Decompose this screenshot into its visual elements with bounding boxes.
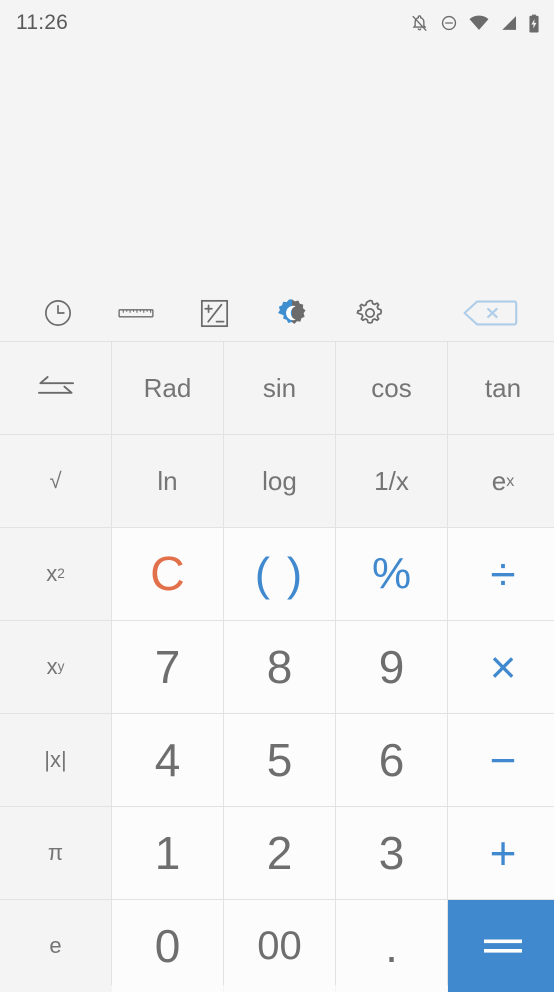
clock-icon [42, 297, 74, 329]
key-x-power-y[interactable]: xy [0, 621, 111, 713]
key-0[interactable]: 0 [112, 900, 223, 992]
key-x-squared-exponent: 2 [57, 566, 65, 582]
key-x-squared-base: x [46, 561, 58, 586]
history-button[interactable] [36, 291, 80, 335]
sun-moon-theme-icon [276, 297, 308, 329]
key-decimal[interactable]: . [336, 900, 447, 992]
key-rad[interactable]: Rad [112, 342, 223, 434]
wifi-icon [469, 15, 489, 31]
key-7[interactable]: 7 [112, 621, 223, 713]
key-3[interactable]: 3 [336, 807, 447, 899]
key-x-power-y-base: x [46, 654, 58, 679]
status-clock: 11:26 [16, 11, 68, 34]
ruler-icon [118, 298, 154, 328]
key-8[interactable]: 8 [224, 621, 335, 713]
key-5[interactable]: 5 [224, 714, 335, 806]
battery-charging-icon [528, 14, 540, 33]
key-e[interactable]: e [0, 900, 111, 992]
equals-icon [482, 933, 524, 959]
key-divide[interactable]: ÷ [448, 528, 554, 620]
key-clear[interactable]: C [112, 528, 223, 620]
key-pi[interactable]: π [0, 807, 111, 899]
gear-icon [354, 297, 386, 329]
key-multiply[interactable]: × [448, 621, 554, 713]
key-cos[interactable]: cos [336, 342, 447, 434]
theme-toggle-button[interactable] [270, 291, 314, 335]
key-equals[interactable] [448, 900, 554, 992]
key-sin[interactable]: sin [224, 342, 335, 434]
status-bar: 11:26 [0, 0, 554, 46]
key-1[interactable]: 1 [112, 807, 223, 899]
plus-minus-box-icon [199, 298, 230, 329]
key-log[interactable]: log [224, 435, 335, 527]
key-percent[interactable]: % [336, 528, 447, 620]
status-icon-group [410, 14, 540, 33]
settings-button[interactable] [348, 291, 392, 335]
notifications-off-icon [410, 14, 429, 33]
key-subtract[interactable]: − [448, 714, 554, 806]
key-6[interactable]: 6 [336, 714, 447, 806]
key-e-power-x-exponent: x [506, 471, 515, 490]
key-reciprocal[interactable]: 1/x [336, 435, 447, 527]
backspace-button[interactable] [460, 291, 520, 335]
calculator-keypad: Rad sin cos tan √ ln log 1/x ex x2 C ( )… [0, 341, 554, 992]
key-swap[interactable] [0, 342, 111, 434]
key-ln[interactable]: ln [112, 435, 223, 527]
key-x-power-y-exponent: y [57, 659, 65, 675]
calculator-display[interactable] [0, 46, 554, 285]
calculator-app: 11:26 Rad sin cos tan √ ln log 1/x e x x… [0, 0, 554, 992]
key-00[interactable]: 00 [224, 900, 335, 992]
unit-converter-button[interactable] [114, 291, 158, 335]
key-tan[interactable]: tan [448, 342, 554, 434]
calculator-toolbar [0, 285, 554, 341]
key-9[interactable]: 9 [336, 621, 447, 713]
swap-arrows-icon [37, 373, 75, 403]
key-e-power-x[interactable]: ex [448, 435, 554, 527]
key-absolute[interactable]: |x| [0, 714, 111, 806]
key-add[interactable]: + [448, 807, 554, 899]
backspace-icon [462, 298, 518, 328]
key-4[interactable]: 4 [112, 714, 223, 806]
cellular-signal-icon [500, 15, 517, 31]
key-2[interactable]: 2 [224, 807, 335, 899]
mixed-fraction-button[interactable] [192, 291, 236, 335]
key-sqrt[interactable]: √ [0, 435, 111, 527]
key-x-squared[interactable]: x2 [0, 528, 111, 620]
key-parentheses[interactable]: ( ) [224, 528, 335, 620]
key-e-power-x-base: e [491, 465, 507, 496]
do-not-disturb-icon [440, 14, 458, 32]
